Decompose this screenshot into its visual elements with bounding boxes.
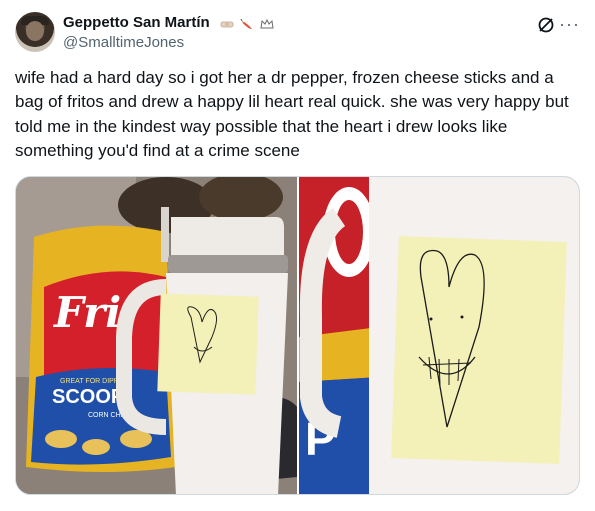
more-options-icon[interactable]: ···	[559, 14, 580, 35]
photo-right-art: P	[299, 177, 579, 494]
name-emojis	[220, 15, 276, 32]
tweet-header: Geppetto San Martín @SmalltimeJones ···	[15, 12, 580, 56]
grok-icon[interactable]	[536, 15, 556, 35]
display-name-row: Geppetto San Martín	[63, 14, 276, 32]
tweet-text: wife had a hard day so i got her a dr pe…	[15, 68, 569, 161]
avatar[interactable]	[15, 12, 55, 52]
media-grid[interactable]: Fri GREAT FOR DIPPING SCOOP CORN CHIPS P	[15, 176, 580, 495]
pepper-icon	[240, 18, 253, 29]
display-name[interactable]: Geppetto San Martín	[63, 14, 210, 31]
bandage-icon	[220, 21, 234, 27]
photo-left[interactable]: Fri GREAT FOR DIPPING SCOOP CORN CHIPS	[16, 177, 297, 494]
avatar-face	[26, 21, 44, 41]
bag-product-text: SCOOP	[52, 386, 124, 408]
photo-right[interactable]: P	[299, 177, 579, 494]
bag-brand-text: Fri	[53, 288, 121, 337]
photo-left-art: Fri GREAT FOR DIPPING SCOOP CORN CHIPS	[16, 177, 297, 494]
crown-icon	[260, 18, 274, 29]
handle[interactable]: @SmalltimeJones	[63, 34, 184, 51]
